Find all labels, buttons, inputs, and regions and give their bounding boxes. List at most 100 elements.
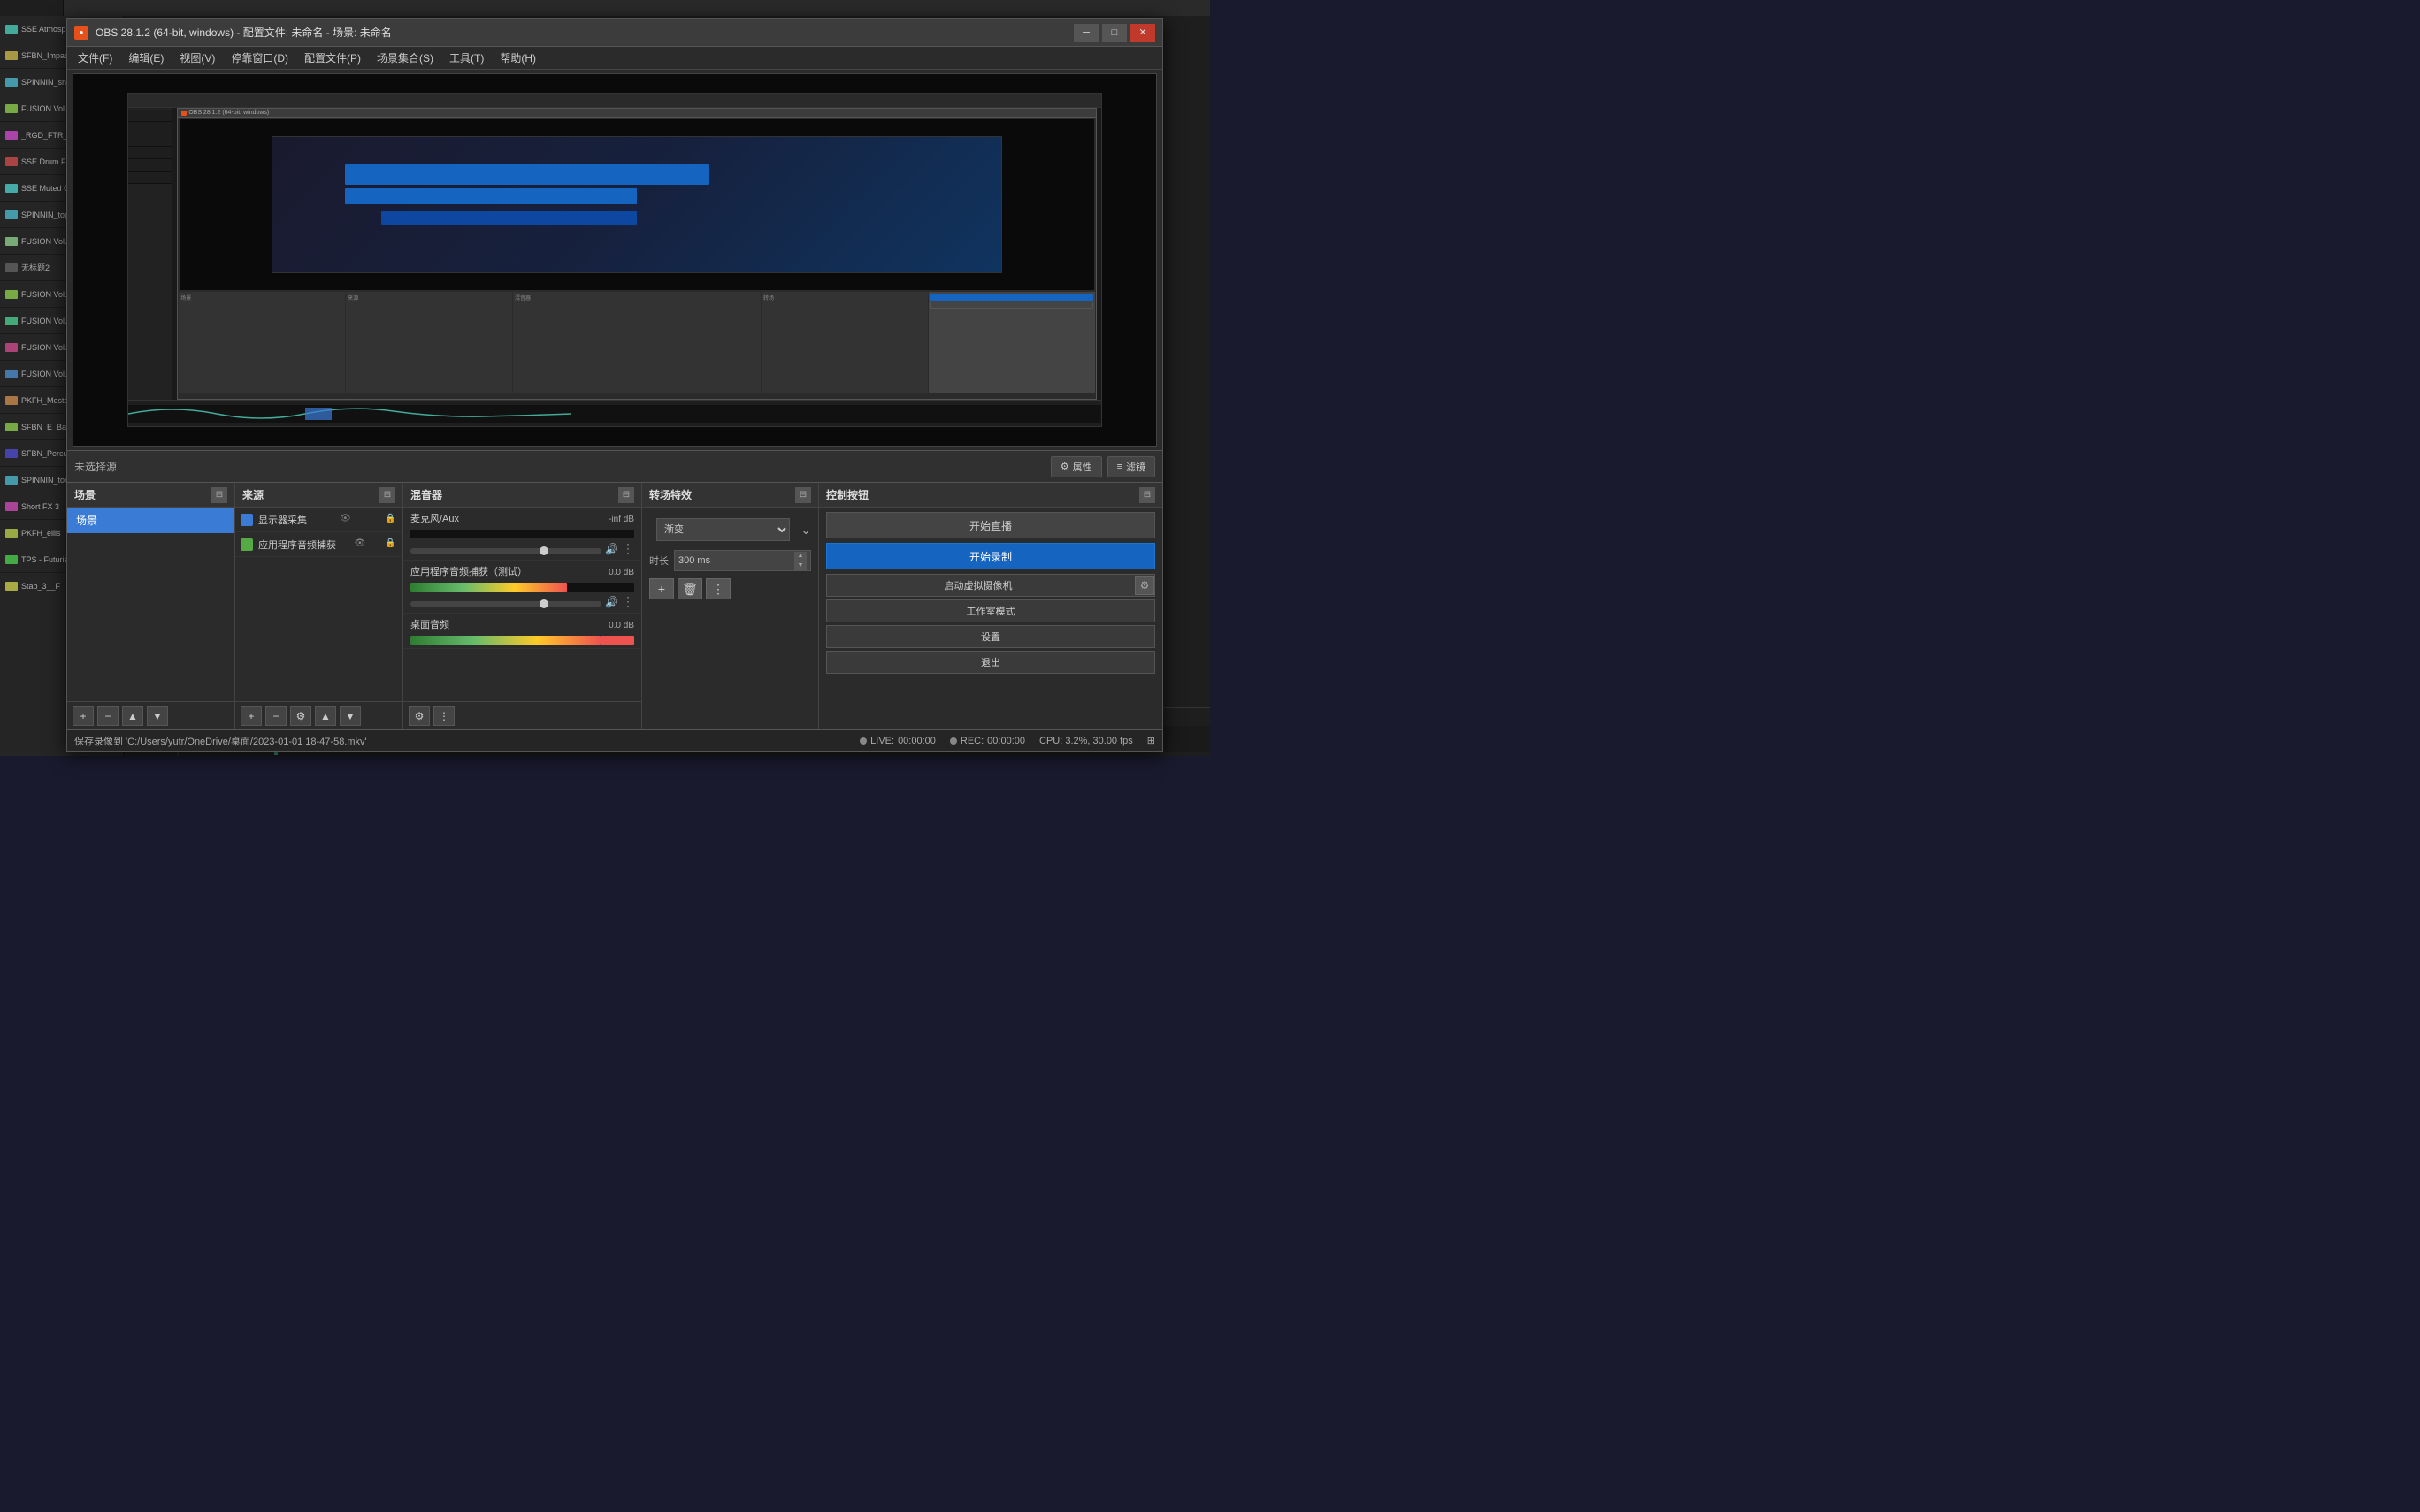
live-time: 00:00:00: [898, 736, 936, 746]
settings-label: 设置: [981, 630, 1000, 644]
start-stream-button[interactable]: 开始直播: [826, 512, 1155, 538]
live-indicator: [860, 737, 867, 745]
menu-edit[interactable]: 编辑(E): [121, 48, 171, 68]
obs-titlebar: ● OBS 28.1.2 (64-bit, windows) - 配置文件: 未…: [67, 19, 1162, 47]
preview-nested-screen: OBS 28.1.2 (64-bit, windows): [127, 93, 1102, 427]
transition-delete-button[interactable]: 🗑: [678, 578, 702, 599]
scene-item-1[interactable]: 场景: [67, 508, 234, 533]
menu-scene-collection[interactable]: 场景集合(S): [370, 48, 440, 68]
rec-time: 00:00:00: [987, 736, 1025, 746]
source-eye-icon[interactable]: 👁: [340, 514, 352, 526]
source-panel-menu[interactable]: ⊟: [379, 487, 395, 503]
source-item-audio[interactable]: 应用程序音频捕获 👁 🔒: [235, 532, 402, 557]
scene-list: 场景: [67, 508, 234, 701]
monitor-source-icon: [241, 514, 253, 526]
mixer-desktop-name: 桌面音频: [410, 617, 449, 631]
menu-tools[interactable]: 工具(T): [442, 48, 491, 68]
scene-down-button[interactable]: ▼: [147, 706, 168, 726]
mixer-app-bar: [410, 583, 634, 592]
virtual-cam-settings-button[interactable]: ⚙: [1135, 576, 1154, 595]
source-action-row: + − ⚙ ▲ ▼: [235, 701, 402, 729]
controls-panel-title: 控制按钮: [826, 487, 1134, 502]
source-add-button[interactable]: +: [241, 706, 262, 726]
mixer-panel-header: 混音器 ⊟: [403, 483, 641, 508]
controls-panel-header: 控制按钮 ⊟: [819, 483, 1162, 508]
minimize-button[interactable]: ─: [1074, 24, 1099, 42]
duration-label: 时长: [649, 554, 669, 568]
scene-panel-title: 场景: [74, 487, 206, 502]
filters-button[interactable]: ≡ 滤镜: [1107, 456, 1155, 477]
menu-dockwindow[interactable]: 停靠窗口(D): [224, 48, 295, 68]
mixer-panel: 混音器 ⊟ 麦克风/Aux -inf dB: [403, 483, 642, 729]
start-record-button[interactable]: 开始录制: [826, 543, 1155, 569]
mixer-panel-menu[interactable]: ⊟: [618, 487, 634, 503]
mixer-settings-button[interactable]: ⚙: [409, 706, 430, 726]
exit-button[interactable]: 退出: [826, 651, 1155, 674]
transition-dots-button[interactable]: ⋮: [706, 578, 731, 599]
no-source-label: 未选择源: [74, 459, 117, 474]
scene-add-button[interactable]: +: [73, 706, 94, 726]
source-delete-button[interactable]: −: [265, 706, 287, 726]
duration-value: 300 ms: [678, 555, 793, 566]
close-button[interactable]: ✕: [1130, 24, 1155, 42]
source-audio-eye-icon[interactable]: 👁: [355, 538, 367, 551]
mixer-mic-db: -inf dB: [609, 515, 634, 524]
source-settings-button[interactable]: ⚙: [290, 706, 311, 726]
menu-profile[interactable]: 配置文件(P): [297, 48, 368, 68]
maximize-button[interactable]: □: [1102, 24, 1127, 42]
live-label: LIVE:: [870, 736, 894, 746]
transition-panel-header: 转场特效 ⊟: [642, 483, 818, 508]
source-up-button[interactable]: ▲: [315, 706, 336, 726]
scene-action-row: + − ▲ ▼: [67, 701, 234, 729]
mixer-desktop-level: [410, 636, 601, 645]
transition-panel-menu[interactable]: ⊟: [795, 487, 811, 503]
scene-up-button[interactable]: ▲: [122, 706, 143, 726]
studio-mode-button[interactable]: 工作室模式: [826, 599, 1155, 622]
source-monitor-label: 显示器采集: [258, 513, 307, 527]
properties-button[interactable]: ⚙ 属性: [1051, 456, 1102, 477]
duration-up-button[interactable]: ▲: [794, 552, 807, 561]
transition-type-select[interactable]: 渐变: [656, 518, 790, 541]
transition-panel: 转场特效 ⊟ 渐变 ⌄ 时长 300 ms: [642, 483, 819, 729]
transition-btn-row: + 🗑 ⋮: [642, 575, 818, 603]
menu-view[interactable]: 视图(V): [172, 48, 222, 68]
mixer-app-dots[interactable]: ⋮: [622, 594, 634, 609]
obs-menubar: 文件(F) 编辑(E) 视图(V) 停靠窗口(D) 配置文件(P) 场景集合(S…: [67, 47, 1162, 70]
transition-duration-row: 时长 300 ms ▲ ▼: [649, 550, 811, 571]
mixer-panel-title: 混音器: [410, 487, 613, 502]
menu-file[interactable]: 文件(F): [71, 48, 119, 68]
source-down-button[interactable]: ▼: [340, 706, 361, 726]
transition-expand-icon[interactable]: ⌄: [800, 523, 811, 538]
mixer-channel-app: 应用程序音频捕获（测试） 0.0 dB 🔊 ⋮: [403, 561, 641, 614]
settings-icon: ⚙: [1061, 461, 1069, 472]
source-lock-icon[interactable]: 🔒: [385, 514, 397, 526]
obs-source-bar: 未选择源 ⚙ 属性 ≡ 滤镜: [67, 450, 1162, 482]
controls-panel: 控制按钮 ⊟ 开始直播 开始录制 启动虚拟摄像机 ⚙ 工作室模式 设置: [819, 483, 1162, 729]
transition-add-button[interactable]: +: [649, 578, 674, 599]
status-expand-icon[interactable]: ⊞: [1147, 735, 1155, 746]
cpu-label: CPU: 3.2%, 30.00 fps: [1039, 736, 1133, 746]
mixer-desktop-bar: [410, 636, 634, 645]
source-item-monitor[interactable]: 显示器采集 👁 🔒: [235, 508, 402, 532]
mixer-mic-speaker[interactable]: 🔊: [605, 543, 618, 555]
mixer-desktop-db: 0.0 dB: [609, 621, 634, 630]
daw-toolbar: [0, 0, 1210, 16]
mixer-dots-button[interactable]: ⋮: [433, 706, 455, 726]
scene-delete-button[interactable]: −: [97, 706, 119, 726]
mixer-app-db: 0.0 dB: [609, 568, 634, 577]
obs-window-title: OBS 28.1.2 (64-bit, windows) - 配置文件: 未命名…: [96, 25, 1074, 40]
mixer-mic-slider[interactable]: [410, 548, 601, 554]
scene-panel-menu[interactable]: ⊟: [211, 487, 227, 503]
settings-button[interactable]: 设置: [826, 625, 1155, 648]
source-audio-lock-icon[interactable]: 🔒: [385, 538, 397, 551]
mixer-action-row: ⚙ ⋮: [403, 701, 641, 729]
duration-down-button[interactable]: ▼: [794, 561, 807, 570]
obs-window: ● OBS 28.1.2 (64-bit, windows) - 配置文件: 未…: [66, 18, 1163, 752]
mixer-mic-dots[interactable]: ⋮: [622, 541, 634, 556]
save-path-label: 保存录像到 'C:/Users/yutr/OneDrive/桌面/2023-01…: [74, 734, 846, 748]
mixer-app-slider[interactable]: [410, 601, 601, 607]
filter-icon: ≡: [1117, 462, 1122, 472]
mixer-app-speaker[interactable]: 🔊: [605, 596, 618, 608]
controls-panel-menu[interactable]: ⊟: [1139, 487, 1155, 503]
menu-help[interactable]: 帮助(H): [493, 48, 543, 68]
